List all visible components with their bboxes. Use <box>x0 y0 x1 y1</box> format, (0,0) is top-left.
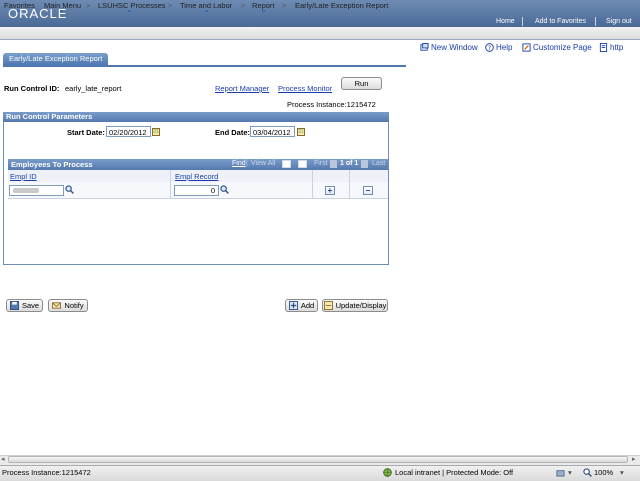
calendar-icon[interactable]: 31 <box>152 128 160 136</box>
breadcrumb-separator: > <box>241 1 246 10</box>
search-icon[interactable] <box>65 185 74 194</box>
scroll-right-icon[interactable]: ▸ <box>632 455 636 463</box>
dropdown-icon <box>60 10 63 12</box>
end-date-input[interactable]: 03/04/2012 <box>250 126 295 137</box>
update-display-label: Update/Display <box>335 301 387 310</box>
dropdown-icon <box>128 10 131 12</box>
http-link[interactable]: http <box>599 43 623 52</box>
dropdown-icon <box>205 10 208 12</box>
grid-download-icon[interactable] <box>282 160 291 168</box>
breadcrumb-separator: > <box>86 1 91 10</box>
add-to-favorites-link[interactable]: Add to Favorites <box>535 18 586 25</box>
grid-view-all-link[interactable]: View All <box>251 160 275 167</box>
help-link[interactable]: ? Help <box>485 43 512 52</box>
add-button[interactable]: Add <box>285 299 318 312</box>
grid-find-link[interactable]: Find <box>232 160 246 167</box>
page-icon <box>599 43 608 52</box>
customize-page-label: Customize Page <box>533 43 592 52</box>
menu-main-menu[interactable]: Main Menu <box>44 1 81 10</box>
start-date-input[interactable]: 02/20/2012 <box>106 126 151 137</box>
redacted-value <box>13 188 39 193</box>
sign-out-link[interactable]: Sign out <box>606 18 632 25</box>
empl-record-input[interactable]: 0 <box>174 185 219 196</box>
notify-label: Notify <box>64 301 84 310</box>
status-text: Process Instance:1215472 <box>2 468 91 477</box>
security-zone-status: Local intranet | Protected Mode: Off <box>395 468 514 477</box>
zoom-icon <box>583 468 592 477</box>
protected-mode-icon[interactable] <box>556 468 565 477</box>
grid-separator: | <box>246 160 248 167</box>
chevron-down-icon[interactable]: ▾ <box>568 468 572 477</box>
new-window-label: New Window <box>431 43 478 52</box>
run-control-id-value: early_late_report <box>65 84 122 93</box>
menu-bar <box>0 27 640 40</box>
save-button[interactable]: Save <box>6 299 43 312</box>
empl-id-input[interactable] <box>9 185 64 196</box>
grid-page-counter: 1 of 1 <box>340 160 359 167</box>
new-window-link[interactable]: New Window <box>420 43 478 52</box>
process-instance: Process Instance:1215472 <box>287 100 376 109</box>
run-control-id-label: Run Control ID: <box>4 84 60 93</box>
column-divider <box>349 170 350 198</box>
start-date-label: Start Date: <box>67 128 105 137</box>
chevron-down-icon[interactable]: ▾ <box>620 468 624 477</box>
breadcrumb-separator: > <box>168 1 173 10</box>
column-empl-id[interactable]: Empl ID <box>10 172 37 181</box>
intranet-globe-icon <box>383 468 392 477</box>
help-label: Help <box>496 43 513 52</box>
end-date-label: End Date: <box>215 128 251 137</box>
save-label: Save <box>21 301 40 310</box>
dropdown-icon <box>262 10 265 12</box>
menu-lsuhsc-processes[interactable]: LSUHSC Processes <box>98 1 166 10</box>
browser-status-bar <box>0 465 640 481</box>
notify-icon <box>52 302 62 309</box>
add-icon <box>288 301 298 310</box>
delete-row-button[interactable]: − <box>363 186 373 195</box>
scrollbar-thumb[interactable] <box>8 456 628 463</box>
header-separator <box>595 17 596 26</box>
breadcrumb-separator: > <box>282 1 287 10</box>
menu-favorites[interactable]: Favorites <box>4 1 35 10</box>
save-icon <box>9 301 19 310</box>
calendar-icon[interactable]: 31 <box>297 128 305 136</box>
menu-early-late-exception-report: Early/Late Exception Report <box>295 1 389 10</box>
column-divider <box>170 170 171 198</box>
search-icon[interactable] <box>220 185 229 194</box>
menu-report[interactable]: Report <box>252 1 275 10</box>
tab-early-late-exception-report[interactable]: Early/Late Exception Report <box>3 53 109 65</box>
column-divider <box>312 170 313 198</box>
update-display-icon <box>323 301 333 310</box>
menu-time-and-labor[interactable]: Time and Labor <box>180 1 232 10</box>
add-label: Add <box>300 301 315 310</box>
next-icon[interactable] <box>361 160 368 168</box>
header-separator <box>522 17 523 26</box>
grid-last-link[interactable]: Last <box>372 160 385 167</box>
process-monitor-link[interactable]: Process Monitor <box>278 84 332 93</box>
run-button[interactable]: Run <box>341 77 382 90</box>
svg-text:?: ? <box>488 45 491 52</box>
previous-icon[interactable] <box>330 160 337 168</box>
home-link[interactable]: Home <box>496 18 515 25</box>
update-display-button[interactable]: Update/Display <box>322 299 388 312</box>
help-icon: ? <box>485 43 494 52</box>
http-label: http <box>610 43 624 52</box>
customize-page-link[interactable]: Customize Page <box>522 43 592 52</box>
dropdown-icon <box>17 10 20 12</box>
customize-page-icon <box>522 43 531 52</box>
add-row-button[interactable]: + <box>325 186 335 195</box>
run-control-parameters-title: Run Control Parameters <box>3 112 389 122</box>
grid-personalize-icon[interactable] <box>298 160 307 168</box>
new-window-icon <box>420 43 429 51</box>
tab-underline <box>3 65 406 67</box>
column-empl-record[interactable]: Empl Record <box>175 172 218 181</box>
grid-first-link[interactable]: First <box>314 160 328 167</box>
scroll-left-icon[interactable]: ◂ <box>1 455 5 463</box>
notify-button[interactable]: Notify <box>48 299 88 312</box>
zoom-level[interactable]: 100% <box>594 468 613 477</box>
report-manager-link[interactable]: Report Manager <box>215 84 269 93</box>
